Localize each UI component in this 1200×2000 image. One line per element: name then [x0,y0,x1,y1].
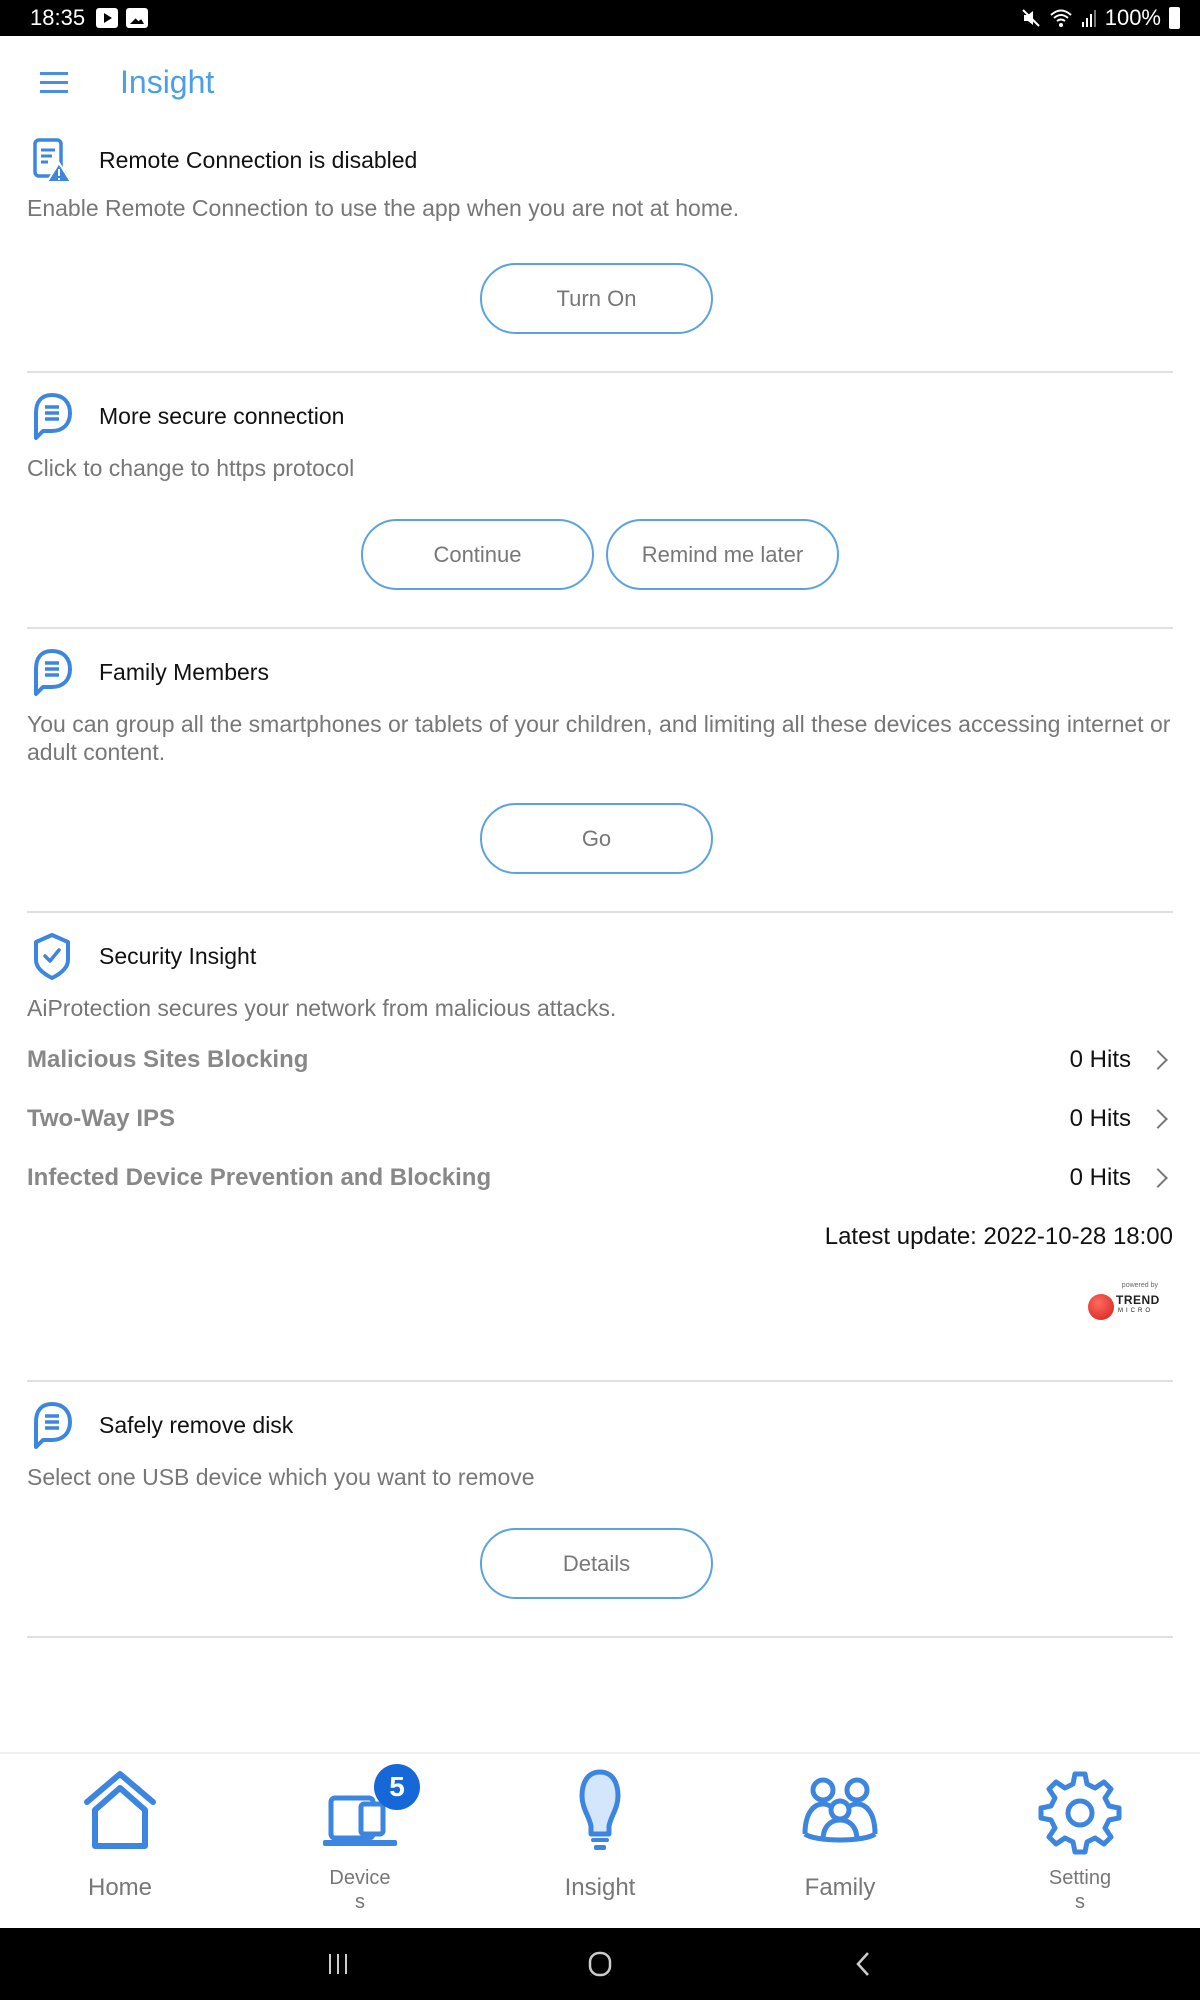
gear-icon [1038,1771,1122,1855]
two-way-ips-row[interactable]: Two-Way IPS 0 Hits [27,1099,1173,1139]
row-label: Two-Way IPS [27,1105,176,1132]
nav-label: Device s [329,1867,391,1913]
card-title: Safely remove disk [99,1411,294,1438]
nav-settings[interactable]: Setting s [960,1754,1200,1930]
chevron-right-icon [1148,1050,1168,1070]
nav-label: Home [87,1874,153,1901]
card-title: Security Insight [99,942,257,969]
status-bar: 18:35 100% [0,0,1200,36]
back-icon[interactable] [834,1946,894,1982]
youtube-icon [96,8,118,28]
details-button[interactable]: Details [480,1528,713,1599]
nav-family[interactable]: Family [720,1754,960,1930]
row-value: 0 Hits [1069,1105,1131,1132]
home-circle-icon[interactable] [570,1946,630,1982]
row-label: Infected Device Prevention and Blocking [27,1164,492,1191]
chevron-right-icon [1148,1168,1168,1188]
battery-icon [1169,7,1180,29]
lightbulb-icon [579,1769,621,1850]
card-title: Remote Connection is disabled [99,146,418,173]
page-title: Insight [120,64,215,100]
recent-apps-icon[interactable] [308,1946,368,1982]
shield-check-icon [27,930,77,982]
card-description: You can group all the smartphones or tab… [27,711,1171,765]
divider [27,1636,1173,1638]
card-description: Enable Remote Connection to use the app … [27,195,740,221]
devices-count-badge: 5 [374,1764,420,1810]
image-icon [126,8,148,28]
remind-me-later-button[interactable]: Remind me later [606,519,839,590]
divider [27,371,1173,373]
family-icon [802,1777,878,1843]
nav-label: Setting s [1048,1867,1112,1913]
brand-sub: MICRO [1118,1308,1153,1314]
divider [27,911,1173,913]
card-title: Family Members [99,658,269,685]
document-warning-icon [27,134,77,186]
divider [27,627,1173,629]
nav-devices[interactable]: 5 Device s [240,1754,480,1930]
latest-update-text: Latest update: 2022-10-28 18:00 [824,1223,1173,1250]
mute-icon [1022,9,1040,27]
status-time: 18:35 [30,5,86,30]
chat-bubble-icon [27,390,77,442]
wifi-icon [1050,9,1072,27]
system-nav-bar [0,1928,1200,2000]
continue-button[interactable]: Continue [361,519,594,590]
hamburger-menu-icon[interactable] [40,72,68,94]
row-value: 0 Hits [1069,1164,1131,1191]
card-description: AiProtection secures your network from m… [27,995,617,1021]
turn-on-button[interactable]: Turn On [480,263,713,334]
brand-name: TREND [1116,1293,1160,1307]
card-description: Click to change to https protocol [27,455,355,481]
row-value: 0 Hits [1069,1046,1131,1073]
bottom-nav: Home 5 Device s Insight Family Setting s [0,1752,1200,1928]
card-title: More secure connection [99,402,345,429]
row-label: Malicious Sites Blocking [27,1046,309,1073]
card-description: Select one USB device which you want to … [27,1464,535,1490]
nav-label: Insight [564,1874,636,1901]
chat-bubble-icon [27,1399,77,1451]
chevron-right-icon [1148,1109,1168,1129]
divider [27,1380,1173,1382]
trend-micro-icon [1088,1294,1114,1320]
chat-bubble-icon [27,646,77,698]
app-bar: Insight [0,36,1200,136]
nav-insight[interactable]: Insight [480,1754,720,1930]
trend-micro-logo: powered by TREND MICRO [1084,1282,1164,1322]
powered-by-text: powered by [1121,1282,1158,1289]
nav-label: Family [804,1874,876,1901]
battery-percent: 100% [1104,5,1161,30]
home-icon [84,1771,156,1849]
infected-device-row[interactable]: Infected Device Prevention and Blocking … [27,1158,1173,1198]
nav-home[interactable]: Home [0,1754,240,1930]
go-button[interactable]: Go [480,803,713,874]
signal-icon [1081,10,1096,27]
malicious-sites-row[interactable]: Malicious Sites Blocking 0 Hits [27,1040,1173,1080]
